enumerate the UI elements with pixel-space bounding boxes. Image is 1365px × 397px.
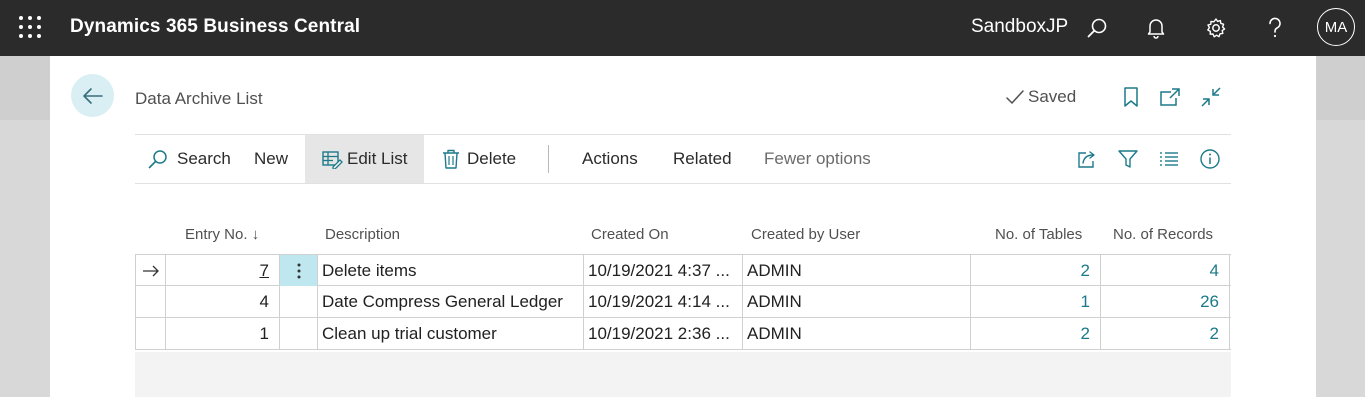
cell-created-on[interactable]: 10/19/2021 4:37 ... bbox=[584, 255, 743, 286]
action-separator bbox=[548, 145, 549, 173]
app-launcher-icon[interactable] bbox=[19, 16, 41, 38]
back-button[interactable] bbox=[71, 74, 114, 117]
save-status: Saved bbox=[1005, 87, 1076, 107]
cell-description[interactable]: Clean up trial customer bbox=[318, 318, 584, 349]
column-header-no-of-tables[interactable]: No. of Tables bbox=[995, 226, 1082, 243]
column-header-created-by[interactable]: Created by User bbox=[751, 226, 860, 243]
sort-descending-icon: ↓ bbox=[251, 226, 260, 243]
more-options-icon bbox=[297, 263, 300, 278]
row-menu-button[interactable] bbox=[280, 286, 318, 317]
cell-description[interactable]: Date Compress General Ledger bbox=[318, 286, 584, 317]
related-menu-label: Related bbox=[673, 149, 732, 168]
column-header-created-on[interactable]: Created On bbox=[591, 226, 669, 243]
cell-no-of-records[interactable]: 2 bbox=[1101, 318, 1230, 349]
page-title: Data Archive List bbox=[135, 89, 263, 108]
settings-gear-icon[interactable] bbox=[1200, 12, 1232, 44]
list-view-icon[interactable] bbox=[1156, 146, 1182, 172]
cell-created-on[interactable]: 10/19/2021 4:14 ... bbox=[584, 286, 743, 317]
row-selector[interactable] bbox=[135, 286, 166, 317]
entry-no-link[interactable]: 7 bbox=[260, 261, 269, 281]
edit-list-label: Edit List bbox=[347, 149, 408, 168]
notifications-bell-icon[interactable] bbox=[1140, 12, 1172, 44]
cell-created-on[interactable]: 10/19/2021 2:36 ... bbox=[584, 318, 743, 349]
info-icon[interactable] bbox=[1197, 146, 1223, 172]
cell-no-of-tables[interactable]: 1 bbox=[971, 286, 1101, 317]
new-button-label: New bbox=[254, 149, 289, 168]
row-selector[interactable] bbox=[135, 255, 166, 286]
fewer-options-label: Fewer options bbox=[764, 149, 871, 168]
cell-created-by[interactable]: ADMIN bbox=[743, 255, 971, 286]
search-icon bbox=[148, 150, 167, 169]
table-row[interactable]: 1 Clean up trial customer 10/19/2021 2:3… bbox=[135, 318, 1231, 350]
actions-menu-label: Actions bbox=[582, 149, 638, 168]
background-panel-left bbox=[0, 56, 50, 120]
cell-entry-no[interactable]: 4 bbox=[166, 286, 280, 317]
filter-icon[interactable] bbox=[1115, 146, 1141, 172]
open-in-new-window-icon[interactable] bbox=[1157, 84, 1183, 110]
cell-no-of-records[interactable]: 26 bbox=[1101, 286, 1230, 317]
bookmark-icon[interactable] bbox=[1118, 84, 1144, 110]
background-panel-right bbox=[1316, 56, 1365, 120]
column-header-entry-no-label: Entry No. bbox=[185, 226, 248, 243]
trash-icon bbox=[443, 149, 459, 169]
table-row[interactable]: 4 Date Compress General Ledger 10/19/202… bbox=[135, 286, 1231, 318]
share-icon[interactable] bbox=[1074, 146, 1100, 172]
data-grid: 7 Delete items 10/19/2021 4:37 ... ADMIN… bbox=[135, 254, 1231, 350]
search-icon[interactable] bbox=[1081, 12, 1113, 44]
cell-no-of-records[interactable]: 4 bbox=[1101, 255, 1230, 286]
edit-list-icon bbox=[322, 151, 343, 169]
table-row[interactable]: 7 Delete items 10/19/2021 4:37 ... ADMIN… bbox=[135, 254, 1231, 286]
cell-description[interactable]: Delete items bbox=[318, 255, 584, 286]
cell-no-of-tables[interactable]: 2 bbox=[971, 255, 1101, 286]
checkmark-icon bbox=[1006, 90, 1024, 104]
brand-name: Dynamics 365 Business Central bbox=[70, 16, 361, 37]
related-menu[interactable]: Related bbox=[673, 135, 732, 183]
save-status-label: Saved bbox=[1028, 87, 1077, 106]
row-menu-button[interactable] bbox=[280, 318, 318, 349]
search-action[interactable]: Search bbox=[147, 135, 231, 183]
new-button[interactable]: New bbox=[254, 135, 288, 183]
environment-name: SandboxJP bbox=[971, 16, 1069, 37]
action-bar: Search New Edit List Delete Actions Rela… bbox=[135, 134, 1231, 184]
help-question-icon[interactable] bbox=[1259, 12, 1291, 44]
row-menu-button[interactable] bbox=[280, 255, 318, 286]
column-header-entry-no[interactable]: Entry No. ↓ bbox=[185, 226, 259, 243]
cell-entry-no[interactable]: 1 bbox=[166, 318, 280, 349]
cell-no-of-tables[interactable]: 2 bbox=[971, 318, 1101, 349]
fewer-options-button[interactable]: Fewer options bbox=[764, 135, 871, 183]
row-selector[interactable] bbox=[135, 318, 166, 349]
top-bar: Dynamics 365 Business Central SandboxJP … bbox=[0, 0, 1365, 56]
delete-button-label: Delete bbox=[467, 149, 517, 168]
cell-created-by[interactable]: ADMIN bbox=[743, 318, 971, 349]
column-header-no-of-records[interactable]: No. of Records bbox=[1113, 226, 1213, 243]
edit-list-button[interactable]: Edit List bbox=[305, 135, 424, 183]
grid-empty-area bbox=[135, 352, 1231, 397]
actions-menu[interactable]: Actions bbox=[582, 135, 638, 183]
user-avatar[interactable]: MA bbox=[1317, 8, 1355, 46]
cell-entry-no[interactable]: 7 bbox=[166, 255, 280, 286]
column-header-description[interactable]: Description bbox=[325, 226, 400, 243]
cell-created-by[interactable]: ADMIN bbox=[743, 286, 971, 317]
current-row-arrow-icon bbox=[142, 265, 159, 276]
collapse-icon[interactable] bbox=[1198, 84, 1224, 110]
delete-button[interactable]: Delete bbox=[441, 135, 516, 183]
search-action-label: Search bbox=[177, 149, 231, 168]
